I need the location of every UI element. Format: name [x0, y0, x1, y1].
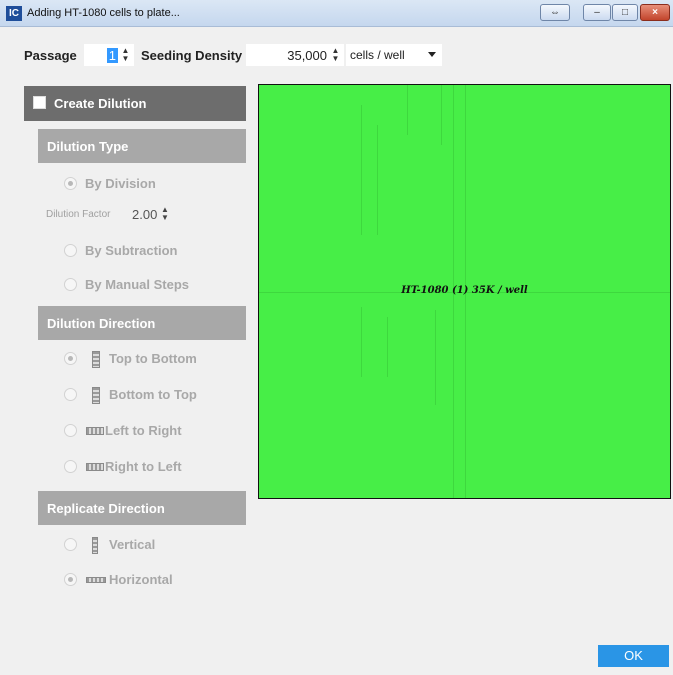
radio-off-icon[interactable]: [64, 460, 77, 473]
seeding-spin-arrows-icon[interactable]: ▲ ▼: [331, 47, 340, 63]
window-title: Adding HT-1080 cells to plate...: [27, 7, 180, 19]
column-strip-icon: [92, 351, 100, 368]
dilution-type-title: Dilution Type: [47, 139, 129, 154]
seeding-density-value: 35,000: [287, 48, 327, 63]
grid-line: [387, 317, 388, 377]
chevron-down-icon: [428, 52, 436, 57]
horizontal-replicate-icon: [86, 577, 106, 583]
radio-off-icon[interactable]: [64, 538, 77, 551]
right-to-left-label: Right to Left: [105, 459, 182, 474]
radio-by-manual-steps[interactable]: By Manual Steps: [64, 277, 244, 295]
radio-top-to-bottom[interactable]: Top to Bottom: [64, 351, 244, 369]
radio-on-icon[interactable]: [64, 573, 77, 586]
bottom-to-top-label: Bottom to Top: [109, 387, 197, 402]
horizontal-label: Horizontal: [109, 572, 173, 587]
dilution-direction-title: Dilution Direction: [47, 316, 156, 331]
row-strip-icon: [86, 463, 104, 471]
vertical-replicate-icon: [92, 537, 98, 554]
passage-spin-arrows-icon[interactable]: ▲ ▼: [121, 47, 130, 63]
seeding-density-stepper[interactable]: 35,000 ▲ ▼: [246, 44, 344, 66]
create-dilution-label: Create Dilution: [54, 96, 147, 111]
replicate-direction-header: Replicate Direction: [38, 491, 246, 525]
radio-off-icon[interactable]: [64, 388, 77, 401]
radio-on-icon[interactable]: [64, 352, 77, 365]
minimize-button[interactable]: –: [583, 4, 611, 21]
radio-off-icon[interactable]: [64, 424, 77, 437]
ok-button[interactable]: OK: [598, 645, 669, 667]
column-strip-icon: [92, 387, 100, 404]
radio-by-division[interactable]: By Division: [64, 176, 244, 194]
passage-value: 1: [106, 48, 118, 63]
factor-spin-arrows-icon[interactable]: ▲ ▼: [161, 206, 169, 222]
plate-well-map[interactable]: HT-1080 (1) 35K / well: [258, 84, 671, 499]
plate-label: HT-1080 (1) 35K / well: [401, 285, 528, 296]
grid-line: [435, 310, 436, 405]
seeding-toolbar: Passage 1 ▲ ▼ Seeding Density 35,000 ▲ ▼ c…: [0, 44, 673, 68]
by-manual-steps-label: By Manual Steps: [85, 277, 190, 292]
radio-horizontal[interactable]: Horizontal: [64, 572, 244, 590]
grid-line: [361, 307, 362, 377]
radio-off-icon[interactable]: [64, 278, 77, 291]
app-icon: IC: [6, 6, 22, 21]
radio-right-to-left[interactable]: Right to Left: [64, 459, 244, 477]
left-to-right-label: Left to Right: [105, 423, 182, 438]
radio-by-subtraction[interactable]: By Subtraction: [64, 243, 244, 261]
dilution-direction-header: Dilution Direction: [38, 306, 246, 340]
unit-select-value: cells / well: [350, 48, 405, 62]
close-button[interactable]: ×: [640, 4, 670, 21]
unit-select[interactable]: cells / well: [346, 44, 442, 66]
grid-line: [441, 85, 442, 145]
create-dilution-toggle[interactable]: Create Dilution: [24, 86, 246, 121]
dilution-factor-value: 2.00: [132, 207, 158, 222]
radio-left-to-right[interactable]: Left to Right: [64, 423, 244, 441]
passage-label: Passage: [24, 48, 77, 63]
grid-line: [407, 85, 408, 135]
by-division-label: By Division: [85, 176, 156, 191]
seeding-density-label: Seeding Density: [141, 48, 243, 63]
by-subtraction-label: By Subtraction: [85, 243, 178, 258]
title-bar: IC Adding HT-1080 cells to plate... ⇔ – …: [0, 0, 673, 27]
radio-bottom-to-top[interactable]: Bottom to Top: [64, 387, 244, 405]
maximize-button[interactable]: □: [612, 4, 638, 21]
radio-off-icon[interactable]: [64, 244, 77, 257]
dilution-type-header: Dilution Type: [38, 129, 246, 163]
replicate-direction-title: Replicate Direction: [47, 501, 165, 516]
grid-line: [361, 105, 362, 235]
row-strip-icon: [86, 427, 104, 435]
vertical-label: Vertical: [109, 537, 156, 552]
radio-vertical[interactable]: Vertical: [64, 537, 244, 555]
passage-stepper[interactable]: 1 ▲ ▼: [84, 44, 134, 66]
restore-arrows-button[interactable]: ⇔: [540, 4, 570, 21]
create-dilution-checkbox[interactable]: [33, 96, 46, 109]
dilution-factor-stepper[interactable]: 2.00 ▲ ▼: [128, 206, 172, 224]
top-to-bottom-label: Top to Bottom: [109, 351, 197, 366]
radio-on-icon[interactable]: [64, 177, 77, 190]
grid-line: [377, 125, 378, 235]
dilution-factor-label: Dilution Factor: [46, 209, 111, 220]
